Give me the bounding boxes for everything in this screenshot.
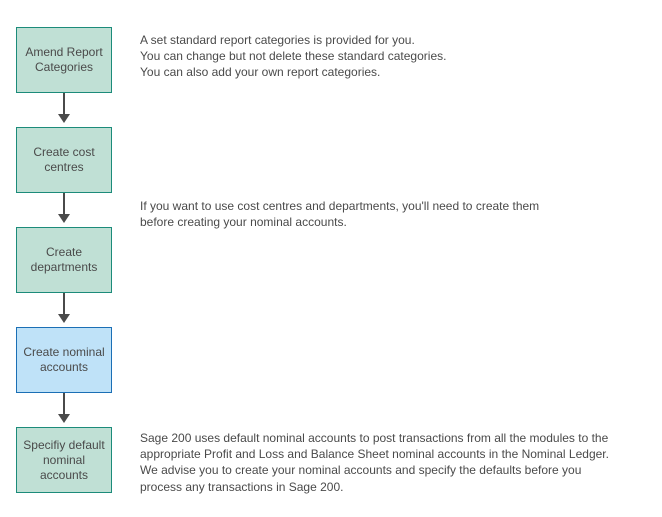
arrow-down-1 bbox=[58, 93, 70, 123]
arrow-shaft bbox=[63, 93, 65, 114]
node-label: Amend Report Categories bbox=[21, 45, 107, 75]
node-create-nominal-accounts: Create nominal accounts bbox=[16, 327, 112, 393]
node-label: Specifiy default nominal accounts bbox=[21, 438, 107, 483]
description-default-nominal-accounts: Sage 200 uses default nominal accounts t… bbox=[140, 430, 650, 495]
arrow-head-icon bbox=[58, 214, 70, 223]
arrow-shaft bbox=[63, 293, 65, 314]
description-amend-report-categories: A set standard report categories is prov… bbox=[140, 32, 640, 81]
arrow-down-2 bbox=[58, 193, 70, 223]
description-cost-centres-departments: If you want to use cost centres and depa… bbox=[140, 198, 640, 230]
arrow-down-4 bbox=[58, 393, 70, 423]
flow-diagram: Amend Report Categories Create cost cent… bbox=[0, 0, 662, 517]
node-label: Create departments bbox=[21, 245, 107, 275]
node-specify-default-nominal-accounts: Specifiy default nominal accounts bbox=[16, 427, 112, 493]
arrow-head-icon bbox=[58, 314, 70, 323]
node-amend-report-categories: Amend Report Categories bbox=[16, 27, 112, 93]
arrow-shaft bbox=[63, 393, 65, 414]
arrow-shaft bbox=[63, 193, 65, 214]
node-label: Create nominal accounts bbox=[21, 345, 107, 375]
arrow-down-3 bbox=[58, 293, 70, 323]
node-create-cost-centres: Create cost centres bbox=[16, 127, 112, 193]
node-label: Create cost centres bbox=[21, 145, 107, 175]
arrow-head-icon bbox=[58, 114, 70, 123]
node-create-departments: Create departments bbox=[16, 227, 112, 293]
arrow-head-icon bbox=[58, 414, 70, 423]
